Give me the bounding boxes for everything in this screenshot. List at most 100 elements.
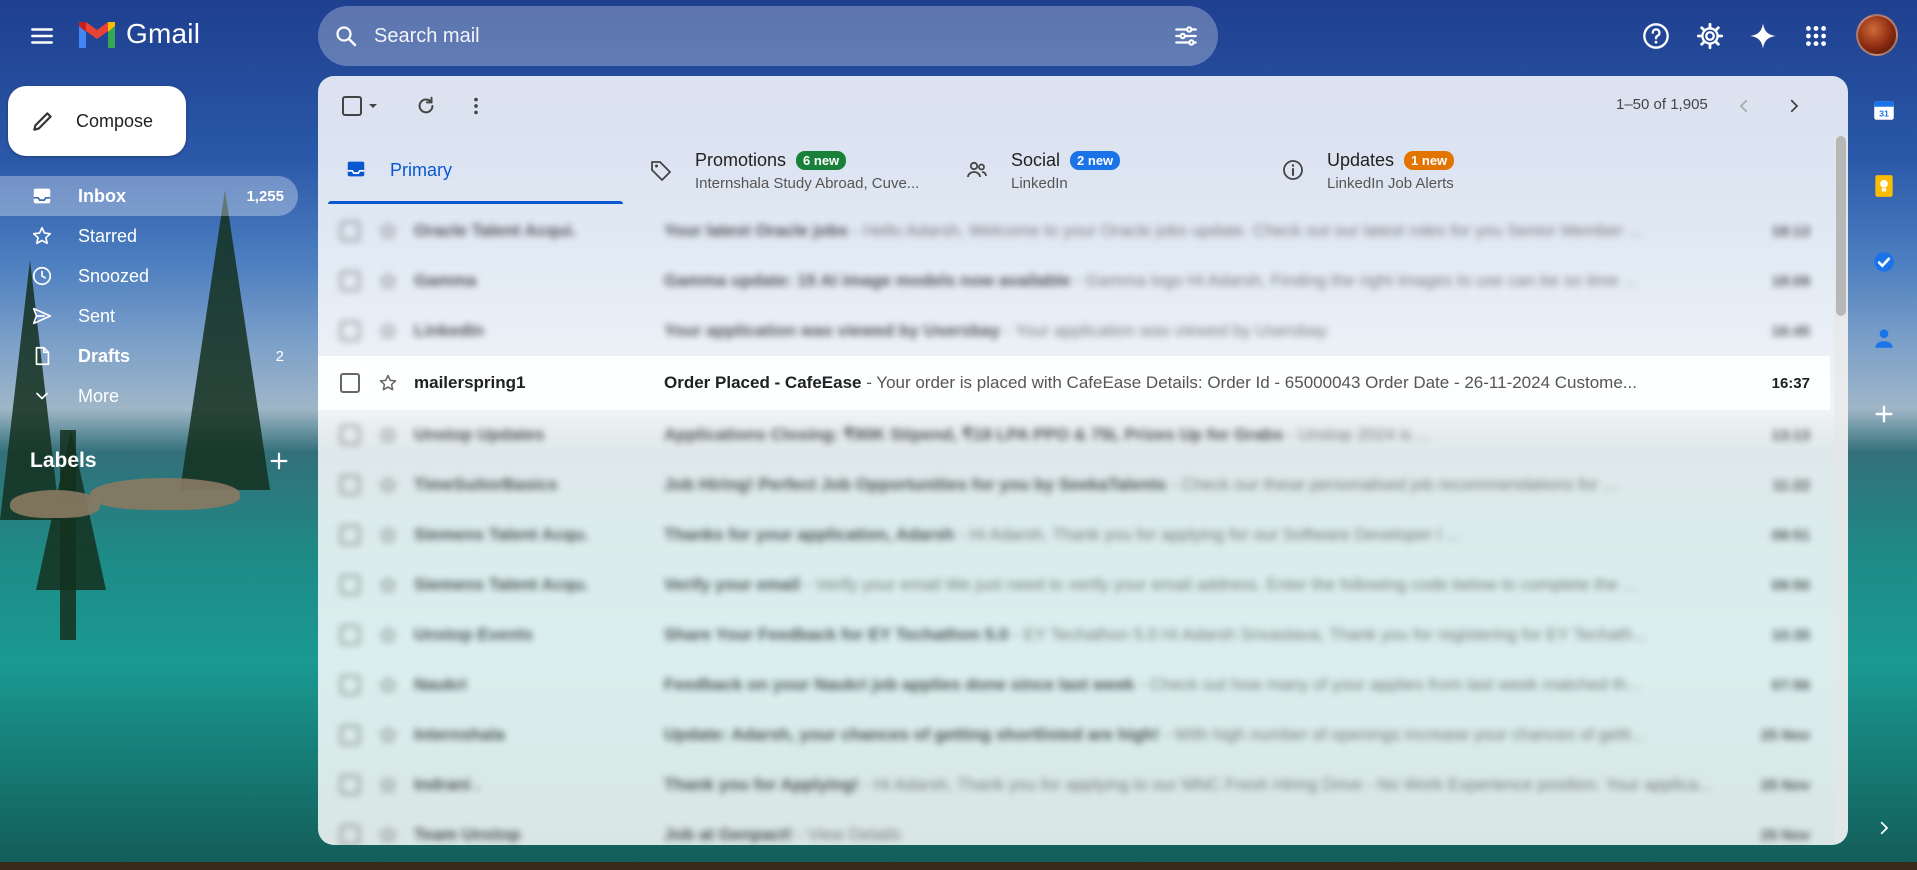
star-icon[interactable] xyxy=(376,525,400,545)
star-icon[interactable] xyxy=(376,775,400,795)
star-icon[interactable] xyxy=(376,271,400,291)
email-checkbox[interactable] xyxy=(340,625,360,645)
email-subject: Job at Genpact! xyxy=(664,825,793,844)
apps-grid-icon[interactable] xyxy=(1794,14,1838,58)
email-subject: Feedback on your Naukri job applies done… xyxy=(664,675,1135,694)
email-time: 25 Nov xyxy=(1760,826,1810,844)
chevron-left-icon[interactable] xyxy=(1728,90,1760,122)
star-icon[interactable] xyxy=(376,675,400,695)
email-row[interactable]: Naukri Feedback on your Naukri job applie… xyxy=(318,660,1830,710)
email-sender: Gamma xyxy=(414,271,477,290)
search-icon[interactable] xyxy=(318,24,374,48)
tab-social[interactable]: Social 2 new LinkedIn xyxy=(939,136,1255,204)
star-icon[interactable] xyxy=(376,373,400,393)
refresh-icon[interactable] xyxy=(410,90,442,122)
star-icon[interactable] xyxy=(376,321,400,341)
star-icon[interactable] xyxy=(376,221,400,241)
email-checkbox[interactable] xyxy=(340,675,360,695)
email-checkbox[interactable] xyxy=(340,475,360,495)
more-options-icon[interactable] xyxy=(460,90,492,122)
star-icon[interactable] xyxy=(376,625,400,645)
email-row[interactable]: Indrani . Thank you for Applying! - Hi Ad… xyxy=(318,760,1830,810)
help-icon[interactable] xyxy=(1634,14,1678,58)
tab-updates[interactable]: Updates 1 new LinkedIn Job Alerts xyxy=(1255,136,1575,204)
gmail-logo[interactable]: Gmail xyxy=(76,18,200,50)
settings-gear-icon[interactable] xyxy=(1688,14,1732,58)
email-checkbox[interactable] xyxy=(340,373,360,393)
email-row[interactable]: Gamma Gamma update: 15 AI image models no… xyxy=(318,256,1830,306)
email-time: 18:09 xyxy=(1771,272,1810,290)
email-checkbox[interactable] xyxy=(340,825,360,845)
email-checkbox[interactable] xyxy=(340,271,360,291)
account-avatar[interactable] xyxy=(1856,14,1898,56)
tasks-icon[interactable] xyxy=(1864,242,1904,282)
star-icon[interactable] xyxy=(376,725,400,745)
email-checkbox[interactable] xyxy=(340,221,360,241)
star-icon[interactable] xyxy=(376,475,400,495)
star-icon[interactable] xyxy=(376,575,400,595)
email-row[interactable]: TimeSuitorBasics Job Hiring! Perfect Job … xyxy=(318,460,1830,510)
main-menu-button[interactable] xyxy=(22,16,62,56)
add-label-icon[interactable] xyxy=(268,450,290,472)
email-row[interactable]: Siemens Talent Acqu. Verify your email - … xyxy=(318,560,1830,610)
scrollbar-thumb[interactable] xyxy=(1836,136,1846,316)
email-sender: Naukri xyxy=(414,675,467,694)
sidebar-item-snoozed[interactable]: Snoozed xyxy=(0,256,298,296)
star-icon[interactable] xyxy=(376,825,400,845)
email-time: 13:13 xyxy=(1771,426,1810,444)
email-snippet: - EY Techathon 5.0 Hi Adarsh Srivastava,… xyxy=(1008,625,1647,644)
sidebar-item-more[interactable]: More xyxy=(0,376,298,416)
gemini-sparkle-icon[interactable] xyxy=(1741,14,1785,58)
contacts-icon[interactable] xyxy=(1864,318,1904,358)
sidebar-item-drafts[interactable]: Drafts 2 xyxy=(0,336,298,376)
tab-primary[interactable]: Primary xyxy=(318,136,623,204)
search-input[interactable] xyxy=(374,24,1154,48)
sidebar-item-inbox[interactable]: Inbox 1,255 xyxy=(0,176,298,216)
chevron-right-icon[interactable] xyxy=(1778,90,1810,122)
sidebar-item-label: Inbox xyxy=(78,185,126,206)
email-list: Oracle Talent Acqui. Your latest Oracle j… xyxy=(318,206,1830,845)
email-row[interactable]: Unstop Updates Applications Closing: ₹90K… xyxy=(318,410,1830,460)
search-bar xyxy=(318,6,1218,66)
email-subject: Your application was viewed by Usersbay xyxy=(664,321,1001,340)
email-checkbox[interactable] xyxy=(340,425,360,445)
email-row[interactable]: Unstop Events Share Your Feedback for EY … xyxy=(318,610,1830,660)
email-row[interactable]: Internshala Update: Adarsh, your chances … xyxy=(318,710,1830,760)
star-icon[interactable] xyxy=(376,425,400,445)
tab-promotions[interactable]: Promotions 6 new Internshala Study Abroad… xyxy=(623,136,939,204)
select-all-checkbox[interactable] xyxy=(338,90,386,122)
email-snippet: - Gamma logo Hi Adarsh, Finding the righ… xyxy=(1070,271,1638,290)
send-icon xyxy=(30,304,54,328)
sidebar-item-sent[interactable]: Sent xyxy=(0,296,298,336)
email-checkbox[interactable] xyxy=(340,775,360,795)
keep-notes-icon[interactable] xyxy=(1864,166,1904,206)
email-checkbox[interactable] xyxy=(340,575,360,595)
hamburger-icon xyxy=(31,28,53,44)
email-snippet: - Check our these personalised job recom… xyxy=(1166,475,1617,494)
email-subject: Share Your Feedback for EY Techathon 5.0 xyxy=(664,625,1009,644)
email-row[interactable]: Siemens Talent Acqu. Thanks for your appl… xyxy=(318,510,1830,560)
chevron-right-icon[interactable] xyxy=(1870,814,1898,842)
email-snippet: - View Details xyxy=(792,825,901,844)
email-row[interactable]: Oracle Talent Acqui. Your latest Oracle j… xyxy=(318,206,1830,256)
new-count-badge: 2 new xyxy=(1070,151,1121,170)
inbox-scrollbar[interactable] xyxy=(1834,136,1848,845)
email-time: 16:37 xyxy=(1771,374,1810,392)
tab-subtitle: LinkedIn xyxy=(1011,175,1068,192)
calendar-icon[interactable]: 31 xyxy=(1864,90,1904,130)
email-row[interactable]: mailerspring1 Order Placed - CafeEase - Y… xyxy=(318,356,1830,410)
email-snippet: - Hi Adarsh, Thank you for applying to o… xyxy=(858,775,1713,794)
search-options-icon[interactable] xyxy=(1154,23,1218,49)
app-name: Gmail xyxy=(126,18,201,49)
sidebar-item-starred[interactable]: Starred xyxy=(0,216,298,256)
email-checkbox[interactable] xyxy=(340,321,360,341)
email-row[interactable]: LinkedIn Your application was viewed by U… xyxy=(318,306,1830,356)
email-checkbox[interactable] xyxy=(340,725,360,745)
sidebar-item-count: 2 xyxy=(275,347,284,365)
compose-button[interactable]: Compose xyxy=(8,86,186,156)
scenery-rock xyxy=(90,478,240,510)
email-row[interactable]: Team Unstop Job at Genpact! - View Detail… xyxy=(318,810,1830,845)
sidebar-item-label: Starred xyxy=(78,225,138,246)
add-addon-icon[interactable] xyxy=(1864,394,1904,434)
email-checkbox[interactable] xyxy=(340,525,360,545)
